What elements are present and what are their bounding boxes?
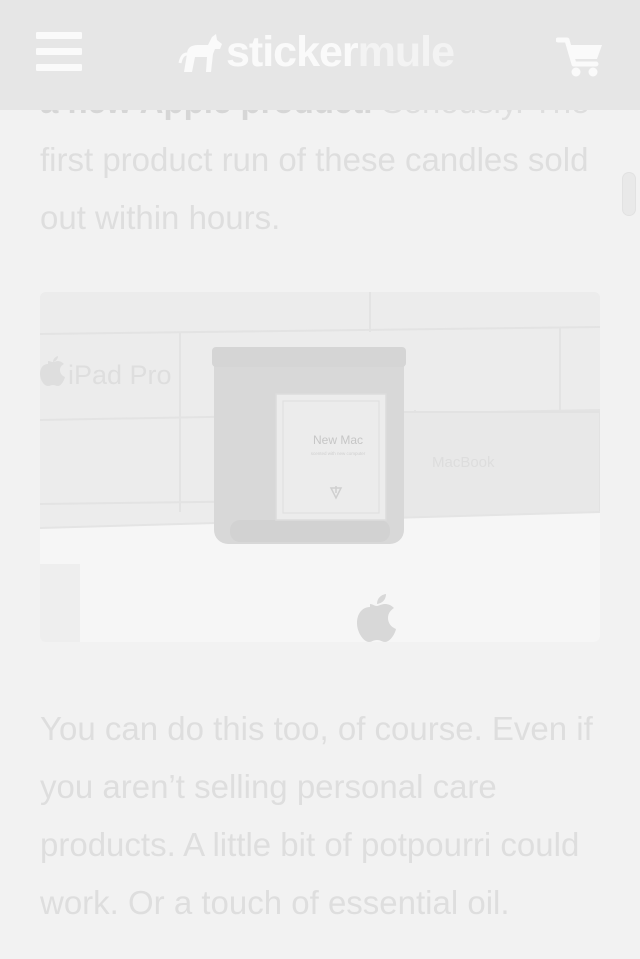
logo-text-mule: mule [357, 28, 455, 76]
photo-text-ipad: iPad Pro [68, 360, 172, 390]
scrollbar-thumb[interactable] [622, 172, 636, 216]
shopping-cart-icon[interactable] [555, 36, 604, 78]
stickermule-logo[interactable]: stickermule [178, 28, 468, 78]
photo-text-macbook: MacBook [432, 454, 495, 471]
photo-text-candle-sublabel: scented with new computer [311, 451, 366, 456]
logo-text-sticker: sticker [226, 28, 359, 76]
article-paragraph-2: You can do this too, of course. Even if … [40, 710, 593, 921]
site-header: stickermule [0, 0, 640, 110]
logo-wordmark: stickermule [226, 26, 455, 78]
photo-text-candle-label: New Mac [313, 433, 363, 447]
hamburger-menu-icon[interactable] [36, 32, 82, 72]
article-page: a new Apple product. Seriously. The firs… [0, 0, 640, 959]
mule-icon [178, 34, 222, 72]
candle-photo: iPad Pro New Mac scented with new comput… [40, 292, 600, 642]
